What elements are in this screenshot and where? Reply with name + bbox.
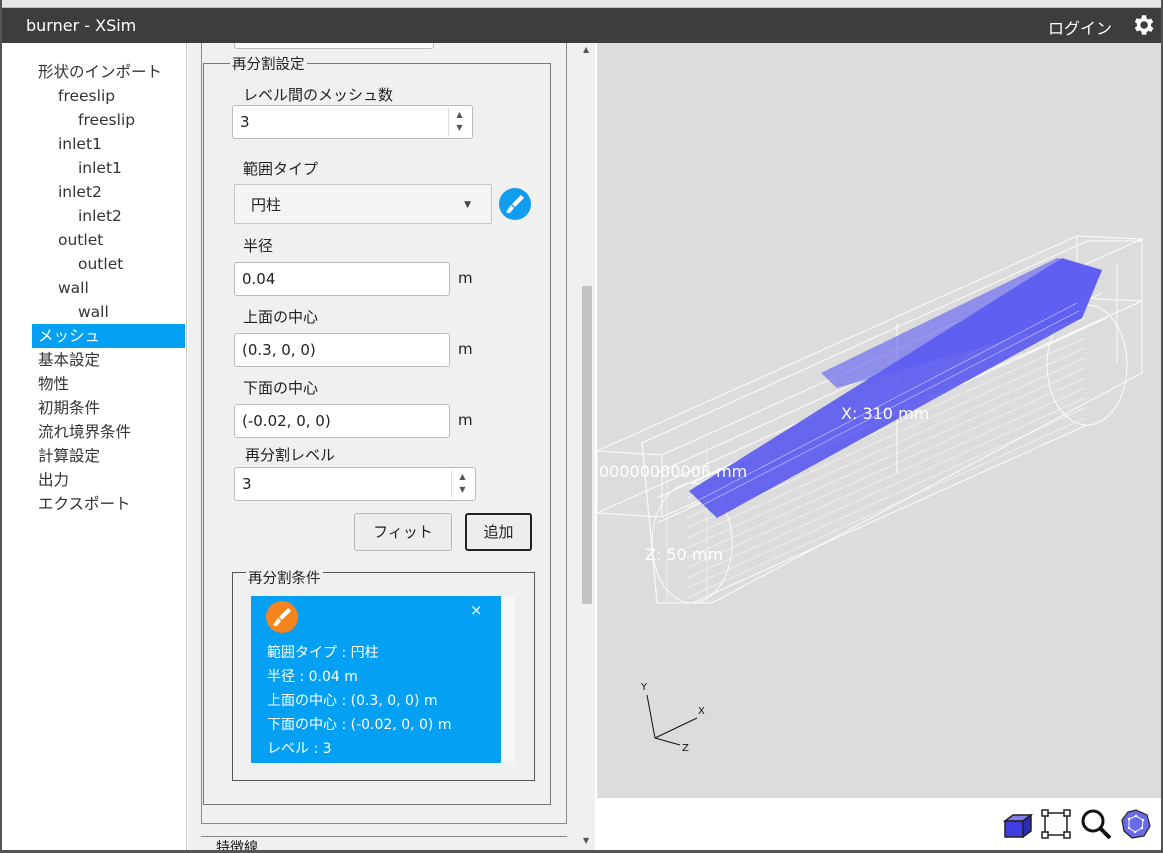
axis-z-label: Z (682, 743, 689, 754)
view-toolbar (597, 798, 1161, 850)
sidebar-item[interactable]: inlet1 (78, 156, 122, 180)
sidebar: 形状のインポート freeslip freeslip inlet1 inlet1 inle… (4, 43, 187, 850)
radius-value: 0.04 (242, 270, 276, 288)
sidebar-item[interactable]: メッシュ (32, 324, 185, 348)
sphere-view-icon[interactable] (1119, 807, 1153, 841)
title-bar: burner - XSim ログイン (2, 8, 1161, 43)
range-type-label: 範囲タイプ (243, 160, 319, 178)
level-input[interactable]: 3 ▲ ▼ (234, 467, 476, 501)
dim-y-label: 00000000006 mm (599, 462, 747, 481)
app-window: burner - XSim ログイン 形状のインポート freeslip frees… (0, 0, 1163, 853)
bottom-center-input[interactable]: (-0.02, 0, 0) (234, 404, 450, 438)
scroll-down-icon[interactable]: ▼ (583, 836, 589, 845)
mesh-count-input[interactable]: 3 ▲ ▼ (232, 105, 473, 139)
browser-strip (2, 0, 1161, 8)
card-scrollbar[interactable] (501, 596, 515, 763)
axis-triad (646, 694, 698, 746)
sidebar-item[interactable]: wall (58, 276, 89, 300)
condition-card[interactable]: × 範囲タイプ : 円柱 半径 : 0.04 m 上面の中心 : (0.3, 0… (251, 596, 501, 763)
sidebar-item[interactable]: outlet (78, 252, 123, 276)
radius-input[interactable]: 0.04 (234, 262, 450, 296)
chevron-down-icon: ▼ (464, 200, 471, 210)
refine-legend: 再分割設定 (230, 53, 307, 74)
mesh-count-label: レベル間のメッシュ数 (243, 86, 394, 104)
top-center-unit: m (458, 340, 473, 358)
zoom-icon[interactable] (1079, 807, 1113, 841)
sidebar-item[interactable]: 形状のインポート (38, 60, 162, 84)
condition-line: レベル : 3 (267, 741, 332, 757)
bottom-center-label: 下面の中心 (243, 379, 319, 397)
sidebar-item[interactable]: inlet2 (78, 204, 122, 228)
brush-button[interactable] (499, 188, 531, 220)
sidebar-item[interactable]: 流れ境界条件 (38, 420, 131, 444)
dim-x-label: X: 310 mm (841, 404, 929, 423)
panel-scrollbar[interactable]: ▲ ▼ (579, 43, 595, 850)
mesh-count-stepper[interactable]: ▲ ▼ (448, 108, 470, 136)
range-type-select[interactable]: 円柱 ▼ (234, 184, 492, 224)
brush-icon (273, 608, 291, 626)
condition-line: 上面の中心 : (0.3, 0, 0) m (267, 693, 438, 709)
close-icon[interactable]: × (470, 601, 483, 619)
top-center-label: 上面の中心 (243, 308, 319, 326)
app-title: burner - XSim (26, 16, 137, 35)
brush-icon (506, 195, 524, 213)
radius-label: 半径 (243, 237, 274, 255)
model-view: X: 310 mm 00000000006 mm Z: 50 mm Y X Z (597, 235, 1143, 754)
level-value: 3 (242, 475, 252, 493)
add-button[interactable]: 追加 (465, 513, 532, 551)
gear-icon[interactable] (1130, 12, 1156, 38)
sidebar-item[interactable]: inlet1 (58, 132, 102, 156)
range-type-value: 円柱 (251, 196, 282, 214)
feature-lines-legend: 特徴線 (214, 837, 260, 850)
fit-frame-icon[interactable] (1039, 807, 1073, 841)
bottom-center-value: (-0.02, 0, 0) (242, 412, 331, 430)
radius-unit: m (458, 269, 473, 287)
level-label: 再分割レベル (245, 446, 336, 464)
settings-panel: 再分割設定 レベル間のメッシュ数 3 ▲ ▼ 範囲タイプ 円柱 ▼ 半径 0.04… (188, 43, 579, 850)
sidebar-item[interactable]: エクスポート (38, 492, 131, 516)
scroll-thumb[interactable] (582, 286, 592, 604)
sidebar-item[interactable]: freeslip (58, 84, 115, 108)
box-view-icon[interactable] (1001, 807, 1035, 841)
top-center-value: (0.3, 0, 0) (242, 341, 316, 359)
sidebar-item[interactable]: 出力 (38, 468, 69, 492)
sidebar-item[interactable]: outlet (58, 228, 103, 252)
sidebar-item[interactable]: wall (78, 300, 109, 324)
top-center-input[interactable]: (0.3, 0, 0) (234, 333, 450, 367)
condition-line: 半径 : 0.04 m (267, 669, 358, 685)
condition-line: 範囲タイプ : 円柱 (267, 645, 379, 661)
sidebar-item[interactable]: inlet2 (58, 180, 102, 204)
fit-button[interactable]: フィット (354, 513, 452, 551)
axis-y-label: Y (640, 682, 648, 693)
login-link[interactable]: ログイン (1048, 15, 1112, 39)
scroll-up-icon[interactable]: ▲ (583, 45, 589, 54)
sidebar-item[interactable]: 初期条件 (38, 396, 100, 420)
brush-badge (266, 601, 298, 633)
sidebar-item[interactable]: freeslip (78, 108, 135, 132)
dim-z-label: Z: 50 mm (645, 545, 723, 564)
mesh-count-value: 3 (240, 113, 250, 131)
conditions-legend: 再分割条件 (246, 567, 323, 588)
sidebar-item[interactable]: 計算設定 (38, 444, 100, 468)
level-stepper[interactable]: ▲ ▼ (451, 470, 473, 498)
bottom-center-unit: m (458, 411, 473, 429)
sidebar-item[interactable]: 基本設定 (38, 348, 100, 372)
condition-line: 下面の中心 : (-0.02, 0, 0) m (267, 717, 452, 733)
3d-viewport[interactable]: X: 310 mm 00000000006 mm Z: 50 mm Y X Z (597, 43, 1161, 798)
sidebar-item[interactable]: 物性 (38, 372, 69, 396)
axis-x-label: X (698, 706, 705, 717)
